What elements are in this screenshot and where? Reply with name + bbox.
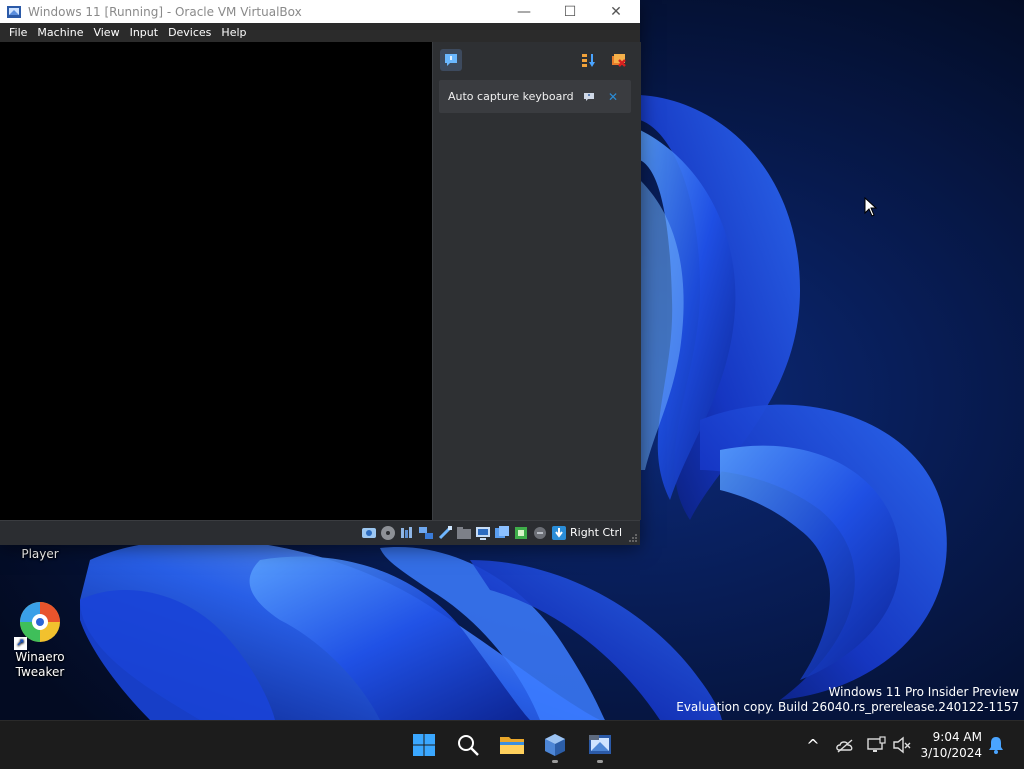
clear-all-icon — [612, 54, 626, 67]
shared-folders-icon[interactable] — [456, 525, 472, 541]
help-icon[interactable] — [582, 90, 596, 104]
desktop-icon-label: Winaero — [15, 650, 65, 664]
close-icon: ✕ — [610, 3, 622, 20]
volume-muted-icon[interactable] — [892, 735, 912, 755]
minimize-icon: — — [517, 3, 531, 20]
virtualbox-icon — [545, 734, 565, 756]
clear-all-button[interactable] — [608, 49, 630, 71]
network-icon[interactable] — [418, 525, 434, 541]
close-icon[interactable]: ✕ — [605, 89, 621, 105]
mouse-cursor-icon — [864, 197, 878, 217]
taskbar: ^ 9:04 AM 3/10/2024 — [0, 720, 1024, 769]
sort-button[interactable] — [578, 49, 600, 71]
watermark-line1: Windows 11 Pro Insider Preview — [828, 685, 1019, 699]
guest-display[interactable] — [0, 42, 432, 520]
notification-bell-icon[interactable] — [986, 735, 1006, 755]
menu-bar: File Machine View Input Devices Help — [0, 23, 640, 42]
watermark-line2: Evaluation copy. Build 26040.rs_prerelea… — [676, 700, 1019, 714]
start-icon — [413, 734, 435, 756]
running-indicator — [552, 760, 558, 763]
desktop-icon-winaero-tweaker[interactable]: ↗ Winaero Tweaker — [0, 598, 80, 680]
notification-center-pane: Auto capture keyboard ... ✕ — [432, 42, 641, 520]
resize-grip-icon[interactable] — [628, 533, 638, 543]
maximize-icon: ☐ — [563, 3, 577, 20]
shortcut-arrow-icon: ↗ — [14, 637, 27, 650]
vm-status-bar: Right Ctrl — [0, 520, 640, 545]
window-title: Windows 11 [Running] - Oracle VM Virtual… — [28, 4, 302, 19]
window-titlebar[interactable]: Windows 11 [Running] - Oracle VM Virtual… — [0, 0, 640, 23]
menu-help[interactable]: Help — [216, 23, 251, 42]
hard-disk-icon[interactable] — [361, 525, 377, 541]
search-icon — [458, 735, 479, 756]
maximize-button[interactable]: ☐ — [547, 0, 593, 23]
file-explorer-icon — [500, 737, 524, 754]
chevron-up-icon: ^ — [806, 735, 820, 755]
system-clock[interactable]: 9:04 AM 3/10/2024 — [918, 729, 982, 761]
recording-icon[interactable] — [494, 525, 510, 541]
messages-toggle-button[interactable] — [440, 49, 462, 71]
menu-view[interactable]: View — [88, 23, 124, 42]
virtualbox-vm-window[interactable]: Windows 11 [Running] - Oracle VM Virtual… — [0, 0, 641, 545]
host-key-label[interactable]: Right Ctrl — [570, 525, 622, 541]
close-button[interactable]: ✕ — [593, 0, 639, 23]
virtualbox-vm-icon — [589, 735, 611, 754]
virtualbox-app-icon — [7, 5, 21, 18]
display-icon[interactable] — [475, 525, 491, 541]
notification-item[interactable]: Auto capture keyboard ... ✕ — [439, 80, 631, 113]
keyboard-capture-icon[interactable] — [551, 525, 567, 541]
sort-icon — [582, 54, 595, 67]
running-indicator — [597, 760, 603, 763]
mouse-integration-icon[interactable] — [532, 525, 548, 541]
menu-machine[interactable]: Machine — [32, 23, 88, 42]
notification-text: Auto capture keyboard ... — [448, 90, 576, 103]
menu-input[interactable]: Input — [125, 23, 163, 42]
network-icon[interactable] — [866, 735, 886, 755]
menu-devices[interactable]: Devices — [163, 23, 216, 42]
winaero-tweaker-icon: ↗ — [14, 598, 64, 650]
messages-toggle-icon — [445, 54, 457, 66]
file-explorer-button[interactable] — [492, 725, 532, 765]
onedrive-icon[interactable] — [835, 735, 855, 755]
show-hidden-icons-button[interactable]: ^ — [803, 733, 823, 757]
cpu-icon[interactable] — [513, 525, 529, 541]
start-button[interactable] — [404, 725, 444, 765]
search-button[interactable] — [448, 725, 488, 765]
audio-icon[interactable] — [399, 525, 415, 541]
menu-file[interactable]: File — [4, 23, 32, 42]
windows-evaluation-watermark: Windows 11 Pro Insider Preview Evaluatio… — [676, 685, 1019, 715]
desktop-icon-label: Tweaker — [15, 665, 65, 679]
optical-drive-icon[interactable] — [380, 525, 396, 541]
virtualbox-manager-button[interactable] — [535, 725, 575, 765]
usb-icon[interactable] — [437, 525, 453, 541]
clock-date: 3/10/2024 — [920, 746, 982, 760]
clock-time: 9:04 AM — [932, 730, 982, 744]
minimize-button[interactable]: — — [501, 0, 547, 23]
virtualbox-vm-taskbar-button[interactable] — [580, 725, 620, 765]
